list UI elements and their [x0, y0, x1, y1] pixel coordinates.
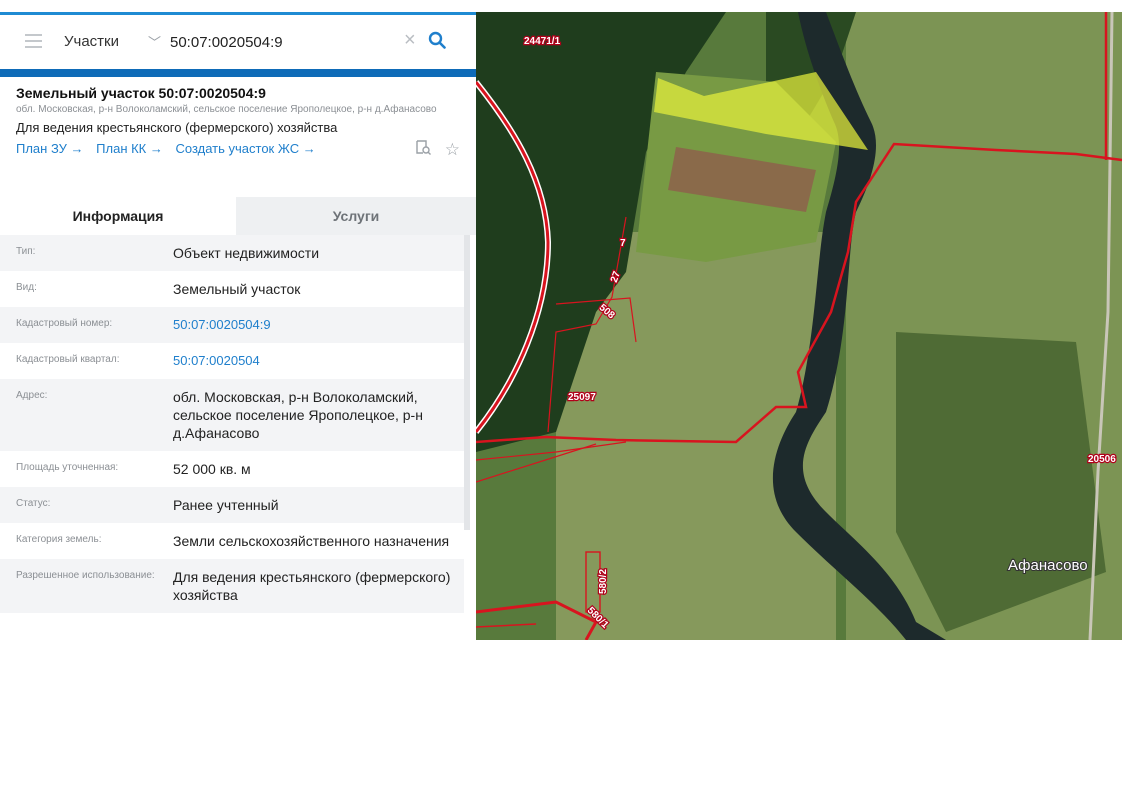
map-label-7: 7 [620, 238, 626, 249]
table-row: Адрес: обл. Московская, р-н Волоколамски… [0, 379, 464, 451]
row-label: Кадастровый номер: [16, 318, 113, 329]
row-value: 52 000 кв. м [173, 461, 251, 477]
parcel-title: Земельный участок 50:07:0020504:9 [16, 85, 266, 101]
town-label: Афанасово [1008, 557, 1088, 574]
zoom-to-parcel-icon[interactable] [415, 139, 432, 160]
row-value: обл. Московская, р-н Волоколамский, сель… [173, 389, 423, 441]
row-label: Адрес: [16, 390, 48, 401]
cadastral-quarter-link[interactable]: 50:07:0020504 [173, 352, 464, 370]
row-label: Тип: [16, 246, 36, 257]
row-value: Земельный участок [173, 281, 301, 297]
tab-information[interactable]: Информация [0, 197, 236, 235]
tab-services[interactable]: Услуги [236, 197, 476, 235]
scrollbar[interactable] [464, 235, 470, 530]
row-value: Земли сельскохозяйственного назначения [173, 533, 450, 549]
search-icon[interactable] [428, 31, 446, 54]
app-window: Участки ﹀ × Земельный участок 50:07:0020… [0, 12, 1122, 640]
tab-bar: Информация Услуги [0, 197, 476, 235]
search-bar: Участки ﹀ × [0, 12, 476, 69]
menu-icon[interactable] [25, 34, 42, 48]
row-label: Категория земель: [16, 534, 102, 545]
info-panel: Участки ﹀ × Земельный участок 50:07:0020… [0, 12, 476, 640]
table-row: Категория земель: Земли сельскохозяйстве… [0, 523, 464, 559]
table-row: Кадастровый квартал: 50:07:0020504 [0, 343, 464, 379]
map-label-24471-1: 24471/1 [524, 36, 561, 47]
table-row: Статус: Ранее учтенный [0, 487, 464, 523]
cadastral-number-link[interactable]: 50:07:0020504:9 [173, 316, 464, 334]
map-label-580-2: 580/2 [598, 569, 609, 594]
row-label: Статус: [16, 498, 51, 509]
map-label-25097: 25097 [568, 392, 596, 403]
table-row: Разрешенное использование: Для ведения к… [0, 559, 464, 613]
table-row: Площадь уточненная: 52 000 кв. м [0, 451, 464, 487]
parcel-address: обл. Московская, р-н Волоколамский, сель… [16, 104, 437, 115]
table-row: Тип: Объект недвижимости [0, 235, 464, 271]
header-accent-strip [0, 69, 476, 77]
close-icon[interactable]: × [404, 30, 416, 50]
map-view[interactable]: 24471/1 7 27 508 25097 20506 580/2 580/1… [476, 12, 1122, 640]
row-label: Разрешенное использование: [16, 570, 155, 581]
search-input[interactable] [170, 27, 400, 57]
attributes-table: Тип: Объект недвижимости Вид: Земельный … [0, 235, 464, 613]
create-parcel-link[interactable]: Создать участок ЖС → [176, 141, 316, 156]
row-label: Вид: [16, 282, 37, 293]
parcel-links: План ЗУ → План КК → Создать участок ЖС →… [16, 139, 460, 160]
row-value: Объект недвижимости [173, 245, 320, 261]
chevron-down-icon[interactable]: ﹀ [148, 32, 161, 51]
row-label: Кадастровый квартал: [16, 354, 120, 365]
plan-zu-link[interactable]: План ЗУ → [16, 141, 84, 156]
parcel-header: Земельный участок 50:07:0020504:9 обл. М… [0, 77, 476, 159]
row-value: Ранее учтенный [173, 497, 279, 513]
star-icon[interactable]: ☆ [445, 140, 460, 160]
table-row: Кадастровый номер: 50:07:0020504:9 [0, 307, 464, 343]
table-row: Вид: Земельный участок [0, 271, 464, 307]
plan-kk-link[interactable]: План КК → [96, 141, 163, 156]
satellite-map[interactable]: 24471/1 7 27 508 25097 20506 580/2 580/1… [476, 12, 1122, 640]
row-value: Для ведения крестьянского (фермерского) … [173, 569, 451, 603]
map-label-20506: 20506 [1088, 454, 1116, 465]
row-label: Площадь уточненная: [16, 462, 119, 473]
parcel-actions: ☆ [405, 139, 460, 160]
search-type-select[interactable]: Участки [64, 33, 119, 50]
parcel-usage: Для ведения крестьянского (фермерского) … [16, 120, 338, 135]
